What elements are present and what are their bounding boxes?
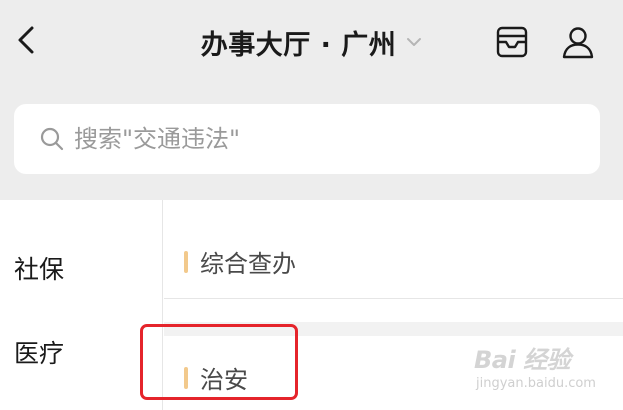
divider [164,298,623,299]
watermark-url: jingyan.baidu.com [476,376,596,391]
inbox-icon [496,26,528,58]
chevron-down-icon [406,34,422,50]
highlight-annotation [140,324,298,400]
profile-button[interactable] [556,20,600,64]
section-title: 综合查办 [200,250,296,278]
search-input[interactable] [74,125,554,153]
section-accent-bar [184,250,188,273]
watermark-logo: Bai 经验 [474,346,571,374]
sidebar-item-social-security[interactable]: 社保 [14,250,64,286]
search-icon [38,125,66,153]
category-sidebar: 社保 医疗 [0,200,163,410]
top-bar: 办事大厅 · 广州 [0,0,623,200]
watermark: Bai 经验 jingyan.baidu.com [474,340,614,404]
sidebar-item-medical[interactable]: 医疗 [14,334,64,370]
page-title: 办事大厅 · 广州 [200,29,397,61]
inbox-button[interactable] [490,20,534,64]
search-bar[interactable] [14,104,600,174]
section-comprehensive[interactable]: 综合查办 [184,244,296,279]
user-icon [562,27,594,59]
